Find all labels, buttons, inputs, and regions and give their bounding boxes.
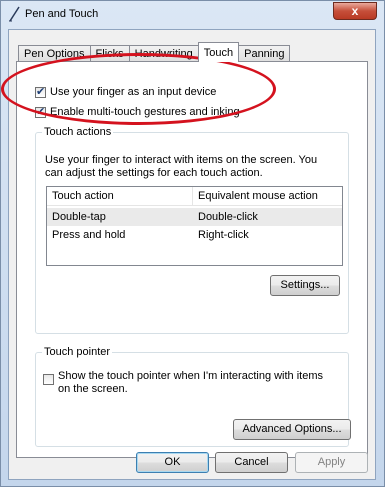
column-header-mouse-action[interactable]: Equivalent mouse action xyxy=(193,187,343,205)
title-bar[interactable]: Pen and Touch x xyxy=(1,1,384,27)
tab-panning[interactable]: Panning xyxy=(238,45,291,62)
show-pointer-label-2[interactable]: on the screen. xyxy=(58,382,128,396)
list-item[interactable]: Double-tap Double-click xyxy=(47,208,342,226)
mouse-action-cell: Right-click xyxy=(198,229,249,241)
apply-button[interactable]: Apply xyxy=(295,452,368,473)
tab-handwriting[interactable]: Handwriting xyxy=(128,45,199,62)
tab-strip: Pen Options Flicks Handwriting Touch Pan… xyxy=(18,42,291,62)
pen-icon xyxy=(9,6,20,22)
touch-actions-title: Touch actions xyxy=(42,126,114,138)
ok-button[interactable]: OK xyxy=(136,452,209,473)
use-finger-checkbox[interactable] xyxy=(35,85,46,98)
cancel-button[interactable]: Cancel xyxy=(215,452,288,473)
mouse-action-cell: Double-click xyxy=(198,211,258,223)
tab-pen-options[interactable]: Pen Options xyxy=(18,45,91,62)
touch-actions-description-2: can adjust the settings for each touch a… xyxy=(45,167,263,179)
tab-flicks[interactable]: Flicks xyxy=(89,45,130,62)
touch-pointer-title: Touch pointer xyxy=(42,346,113,358)
close-icon: x xyxy=(351,4,359,18)
list-item[interactable]: Press and hold Right-click xyxy=(47,226,342,244)
touch-actions-group: Touch actions Use your finger to interac… xyxy=(35,126,349,334)
close-button[interactable]: x xyxy=(333,2,377,20)
use-finger-label: Use your finger as an input device xyxy=(50,86,217,98)
list-header: Touch action Equivalent mouse action xyxy=(47,187,342,206)
show-pointer-label-1[interactable]: Show the touch pointer when I'm interact… xyxy=(58,369,323,383)
touch-action-cell: Press and hold xyxy=(52,229,126,241)
touch-tab-panel: Use your finger as an input device Enabl… xyxy=(16,61,368,458)
advanced-options-button[interactable]: Advanced Options... xyxy=(233,419,351,440)
touch-actions-list[interactable]: Touch action Equivalent mouse action Dou… xyxy=(46,186,343,266)
column-header-touch-action[interactable]: Touch action xyxy=(47,187,193,205)
multitouch-row[interactable]: Enable multi-touch gestures and inking xyxy=(35,105,240,118)
multitouch-label: Enable multi-touch gestures and inking xyxy=(50,106,240,118)
pen-and-touch-window: Pen and Touch x Pen Options Flicks Handw… xyxy=(0,0,385,487)
show-pointer-checkbox[interactable] xyxy=(43,374,54,385)
dialog-client-area: Pen Options Flicks Handwriting Touch Pan… xyxy=(8,29,376,480)
touch-action-cell: Double-tap xyxy=(52,211,106,223)
window-title: Pen and Touch xyxy=(25,8,99,20)
multitouch-checkbox[interactable] xyxy=(35,105,46,118)
tab-touch[interactable]: Touch xyxy=(197,42,240,62)
settings-button[interactable]: Settings... xyxy=(270,275,340,296)
touch-actions-description-1: Use your finger to interact with items o… xyxy=(45,154,318,166)
use-finger-row[interactable]: Use your finger as an input device xyxy=(35,85,217,98)
touch-pointer-group: Touch pointer Show the touch pointer whe… xyxy=(35,346,351,447)
